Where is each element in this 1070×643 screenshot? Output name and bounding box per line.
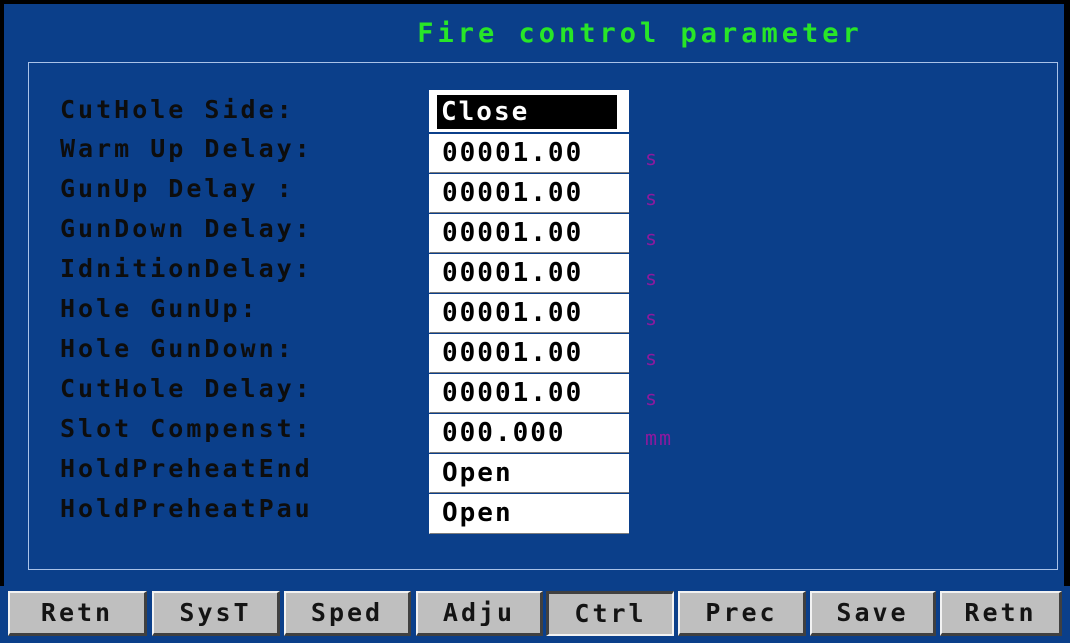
hole-gunup-label: Hole GunUp: xyxy=(60,294,259,323)
softkey-adju[interactable]: Adju xyxy=(416,591,543,636)
gundown-delay-field[interactable]: 00001.00 xyxy=(429,214,629,253)
ignition-delay-unit: s xyxy=(645,266,660,290)
softkey-syst[interactable]: SysT xyxy=(152,591,280,636)
hole-gundown-unit: s xyxy=(645,346,660,370)
softkey-retn-left[interactable]: Retn xyxy=(8,591,147,636)
cuthole-side-value: Close xyxy=(437,95,617,129)
softkey-retn-right[interactable]: Retn xyxy=(940,591,1062,636)
hole-gundown-label: Hole GunDown: xyxy=(60,334,295,363)
softkey-sped[interactable]: Sped xyxy=(284,591,411,636)
cuthole-side-label: CutHole Side: xyxy=(60,95,295,124)
hold-preheat-end-label: HoldPreheatEnd xyxy=(60,454,313,483)
gundown-delay-unit: s xyxy=(645,226,660,250)
softkey-ctrl[interactable]: Ctrl xyxy=(546,591,674,636)
ignition-delay-label: IdnitionDelay: xyxy=(60,254,313,283)
hold-preheat-end-field[interactable]: Open xyxy=(429,454,629,493)
slot-compensation-unit: mm xyxy=(645,426,674,450)
hole-gunup-unit: s xyxy=(645,306,660,330)
warm-up-delay-label: Warm Up Delay: xyxy=(60,134,313,163)
gundown-delay-label: GunDown Delay: xyxy=(60,214,313,243)
softkey-prec[interactable]: Prec xyxy=(678,591,806,636)
gunup-delay-field[interactable]: 00001.00 xyxy=(429,174,629,213)
ignition-delay-field[interactable]: 00001.00 xyxy=(429,254,629,293)
gunup-delay-unit: s xyxy=(645,186,660,210)
cuthole-delay-field[interactable]: 00001.00 xyxy=(429,374,629,413)
cuthole-side-field[interactable]: Close xyxy=(429,90,629,132)
cuthole-delay-label: CutHole Delay: xyxy=(60,374,313,403)
slot-compensation-label: Slot Compenst: xyxy=(60,414,313,443)
page-title: Fire control parameter xyxy=(417,18,863,49)
gunup-delay-label: GunUp Delay : xyxy=(60,174,295,203)
softkey-save[interactable]: Save xyxy=(810,591,936,636)
slot-compensation-field[interactable]: 000.000 xyxy=(429,414,629,453)
warm-up-delay-unit: s xyxy=(645,146,660,170)
cuthole-delay-unit: s xyxy=(645,386,660,410)
hole-gundown-field[interactable]: 00001.00 xyxy=(429,334,629,373)
hold-preheat-pause-field[interactable]: Open xyxy=(429,494,629,534)
hold-preheat-pause-label: HoldPreheatPau xyxy=(60,494,313,523)
hole-gunup-field[interactable]: 00001.00 xyxy=(429,294,629,333)
warm-up-delay-field[interactable]: 00001.00 xyxy=(429,134,629,173)
